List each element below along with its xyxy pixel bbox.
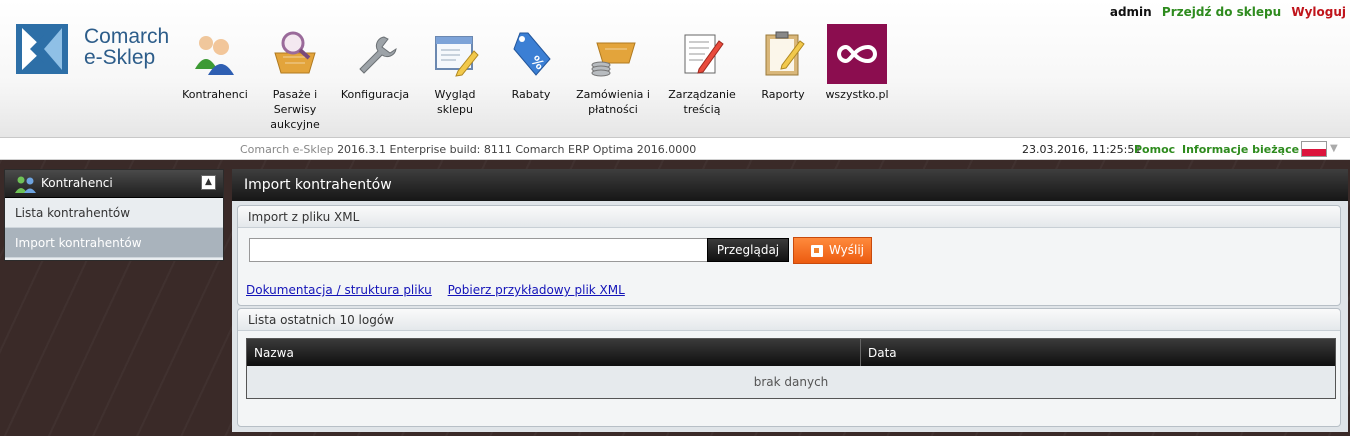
nav-label: Pasaże i Serwisy aukcyjne	[270, 88, 320, 131]
comarch-logo[interactable]: Comarch e-Sklep	[16, 24, 196, 78]
current-datetime: 23.03.2016, 11:25:51	[1022, 143, 1142, 156]
nav-label: wszystko.pl	[825, 88, 889, 101]
basket-coins-icon	[583, 24, 643, 84]
empty-table-message: brak danych	[247, 366, 1335, 398]
logout-link[interactable]: Wyloguj	[1291, 5, 1346, 19]
logo-text: Comarch e-Sklep	[84, 26, 169, 68]
logo-text-line1: Comarch	[84, 25, 170, 48]
column-divider	[860, 339, 861, 366]
page-title: Import kontrahentów	[232, 169, 1348, 201]
info-bar: Comarch e-Sklep 2016.3.1 Enterprise buil…	[0, 138, 1350, 160]
nav-label: Wygląd sklepu	[434, 88, 476, 116]
sidebar-title: Kontrahenci	[41, 176, 113, 190]
go-to-shop-link[interactable]: Przejdź do sklepu	[1162, 5, 1281, 19]
basket-magnifier-icon	[265, 24, 325, 84]
nav-item-zamowienia[interactable]: Zamówienia i płatności	[573, 24, 653, 117]
send-button-label: Wyślij	[829, 243, 865, 257]
discount-tag-icon: %	[501, 24, 561, 84]
column-header-data[interactable]: Data	[868, 346, 897, 360]
nav-label: Raporty	[761, 88, 805, 101]
sidebar-header: Kontrahenci ▲	[5, 170, 223, 198]
documentation-link[interactable]: Dokumentacja / struktura pliku	[246, 283, 432, 297]
logs-table-header: Nazwa Data	[247, 339, 1335, 366]
sample-file-link[interactable]: Pobierz przykładowy plik XML	[448, 283, 625, 297]
help-link[interactable]: Pomoc	[1134, 143, 1175, 156]
users-icon	[15, 176, 36, 193]
build-info: Comarch e-Sklep 2016.3.1 Enterprise buil…	[240, 143, 696, 156]
comarch-logo-icon	[16, 24, 68, 74]
news-link[interactable]: Informacje bieżące	[1182, 143, 1299, 156]
nav-item-wyglad[interactable]: Wygląd sklepu	[415, 24, 495, 117]
nav-label: Rabaty	[511, 88, 551, 101]
nav-item-kontrahenci[interactable]: Kontrahenci	[175, 24, 255, 102]
nav-label: Konfiguracja	[340, 88, 410, 101]
nav-item-rabaty[interactable]: % Rabaty	[491, 24, 571, 102]
browse-button[interactable]: Przeglądaj	[707, 238, 789, 262]
nav-item-pasaze[interactable]: Pasaże i Serwisy aukcyjne	[255, 24, 335, 132]
column-header-nazwa[interactable]: Nazwa	[254, 346, 294, 360]
send-button[interactable]: Wyślij	[793, 237, 872, 264]
username: admin	[1109, 5, 1152, 19]
sidebar-item-import-kontrahentow[interactable]: Import kontrahentów	[5, 228, 223, 258]
clipboard-pencil-icon	[753, 24, 813, 84]
nav-label: Zamówienia i płatności	[576, 88, 650, 116]
nav-item-raporty[interactable]: Raporty	[743, 24, 823, 102]
file-path-input[interactable]	[249, 238, 709, 262]
nav-label: Zarządzanie treścią	[668, 88, 736, 116]
upload-icon	[811, 245, 823, 257]
logs-box: Lista ostatnich 10 logów Nazwa Data brak…	[237, 308, 1341, 427]
sidebar-item-lista-kontrahentow[interactable]: Lista kontrahentów	[5, 198, 223, 228]
logs-table: Nazwa Data brak danych	[246, 338, 1336, 399]
users-icon	[185, 24, 245, 84]
logo-text-line2: e-Sklep	[84, 46, 156, 69]
user-bar: admin Przejdź do sklepu Wyloguj	[1104, 5, 1346, 19]
import-xml-box: Import z pliku XML Przeglądaj Wyślij Dok…	[237, 205, 1341, 306]
import-links: Dokumentacja / struktura pliku Pobierz p…	[246, 283, 637, 297]
build-version: 2016.3.1 Enterprise build: 8111 Comarch …	[337, 143, 697, 156]
wrench-icon	[345, 24, 405, 84]
nav-item-zarzadzanie[interactable]: Zarządzanie treścią	[662, 24, 742, 117]
chevron-down-icon[interactable]: ▼	[1330, 143, 1338, 154]
import-box-title: Import z pliku XML	[238, 206, 1340, 228]
document-pencil-icon	[672, 24, 732, 84]
logs-box-title: Lista ostatnich 10 logów	[238, 309, 1340, 331]
main-panel: Import kontrahentów Import z pliku XML P…	[232, 169, 1348, 432]
infinity-icon	[827, 24, 887, 84]
window-pencil-icon	[425, 24, 485, 84]
nav-item-wszystko[interactable]: wszystko.pl	[817, 24, 897, 102]
product-name: Comarch e-Sklep	[240, 143, 334, 156]
nav-label: Kontrahenci	[182, 88, 248, 101]
app-header: admin Przejdź do sklepu Wyloguj Comarch …	[0, 0, 1350, 138]
sidebar: Kontrahenci ▲ Lista kontrahentów Import …	[4, 169, 224, 261]
nav-item-konfiguracja[interactable]: Konfiguracja	[335, 24, 415, 102]
collapse-icon[interactable]: ▲	[201, 175, 216, 190]
language-flag-icon[interactable]	[1301, 141, 1327, 157]
